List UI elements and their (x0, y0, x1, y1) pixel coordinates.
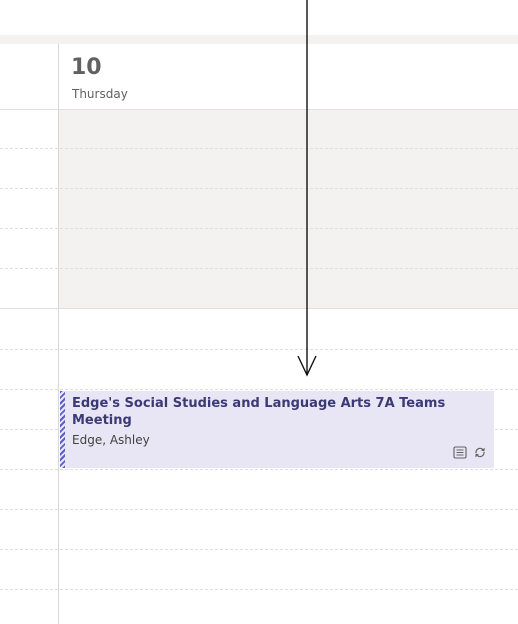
day-weekday: Thursday (72, 87, 128, 101)
time-gutter (0, 44, 58, 624)
off-hours-block[interactable] (59, 109, 518, 309)
meeting-notes-icon (453, 444, 467, 463)
time-slot-line (0, 349, 518, 350)
day-header-thursday[interactable]: 10 Thursday (59, 44, 518, 109)
time-slot-line (0, 509, 518, 510)
down-arrow-annotation (297, 0, 317, 377)
event-title: Edge's Social Studies and Language Arts … (72, 396, 446, 428)
time-slot-line (0, 389, 518, 390)
day-number: 10 (71, 55, 102, 80)
event-icons (453, 444, 487, 463)
recurring-icon (473, 444, 487, 463)
time-slot-line (0, 469, 518, 470)
time-slot-line (0, 148, 518, 149)
time-slot-line (0, 308, 518, 309)
time-slot-line (0, 268, 518, 269)
time-slot-line (0, 549, 518, 550)
event-organizer: Edge, Ashley (72, 433, 150, 447)
time-slot-line (0, 109, 518, 110)
event-tentative-stripe (60, 391, 65, 468)
calendar-top-strip (0, 35, 518, 44)
time-slot-line (0, 228, 518, 229)
time-slot-line (0, 589, 518, 590)
time-slot-line (0, 188, 518, 189)
calendar-event[interactable]: Edge's Social Studies and Language Arts … (60, 391, 494, 468)
